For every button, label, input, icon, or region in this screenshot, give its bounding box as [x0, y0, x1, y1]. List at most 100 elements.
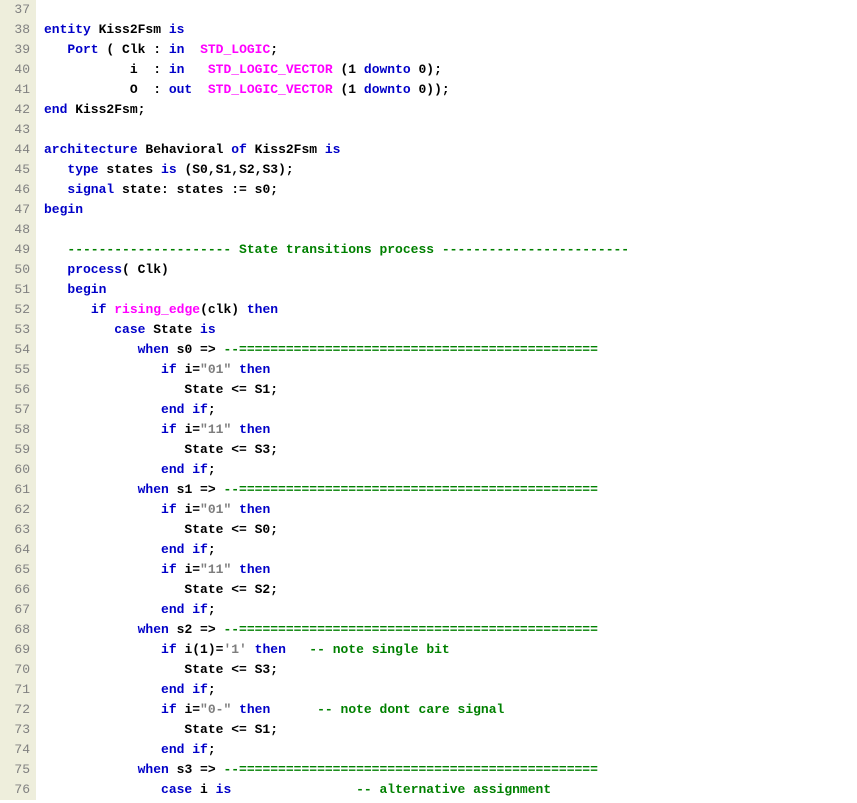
token-txt: i(1)=	[177, 642, 224, 657]
token-txt: s2 =>	[169, 622, 224, 637]
token-cmt: --======================================…	[223, 762, 597, 777]
token-kw: is	[216, 782, 232, 797]
line-number: 60	[4, 460, 30, 480]
token-txt: state: states := s0;	[114, 182, 278, 197]
code-line: end if;	[44, 400, 629, 420]
token-kw: process	[67, 262, 122, 277]
token-txt	[192, 82, 208, 97]
code-line: case i is -- alternative assignment	[44, 780, 629, 800]
token-txt	[231, 782, 356, 797]
token-kw: begin	[44, 202, 83, 217]
code-line: Port ( Clk : in STD_LOGIC;	[44, 40, 629, 60]
line-number-gutter: 3738394041424344454647484950515253545556…	[0, 0, 36, 800]
line-number: 43	[4, 120, 30, 140]
token-txt: Kiss2Fsm	[247, 142, 325, 157]
line-number: 39	[4, 40, 30, 60]
line-number: 67	[4, 600, 30, 620]
line-number: 44	[4, 140, 30, 160]
code-line: if i="11" then	[44, 560, 629, 580]
token-txt	[44, 762, 138, 777]
code-line: end if;	[44, 740, 629, 760]
token-txt: Kiss2Fsm	[91, 22, 169, 37]
token-str: "0-"	[200, 702, 231, 717]
line-number: 50	[4, 260, 30, 280]
line-number: 65	[4, 560, 30, 580]
line-number: 59	[4, 440, 30, 460]
code-area[interactable]: entity Kiss2Fsm is Port ( Clk : in STD_L…	[36, 0, 629, 800]
token-kw: then	[247, 302, 278, 317]
token-txt	[44, 322, 114, 337]
line-number: 69	[4, 640, 30, 660]
code-line: State <= S1;	[44, 720, 629, 740]
token-txt: State <= S1;	[44, 382, 278, 397]
token-kw: Port	[67, 42, 98, 57]
token-kw: end	[161, 602, 184, 617]
code-line: case State is	[44, 320, 629, 340]
token-txt	[44, 42, 67, 57]
code-line: when s3 => --===========================…	[44, 760, 629, 780]
token-txt: i :	[44, 62, 169, 77]
code-line: State <= S2;	[44, 580, 629, 600]
token-txt	[44, 402, 161, 417]
token-kw: then	[239, 562, 270, 577]
token-kw: if	[192, 542, 208, 557]
token-func: rising_edge	[114, 302, 200, 317]
token-txt	[44, 242, 67, 257]
token-kw: if	[161, 422, 177, 437]
token-kw: end	[161, 462, 184, 477]
code-line: State <= S1;	[44, 380, 629, 400]
token-cmt: -- alternative assignment	[356, 782, 551, 797]
token-kw: then	[255, 642, 286, 657]
line-number: 48	[4, 220, 30, 240]
token-txt: (1	[333, 62, 364, 77]
token-txt: 0);	[411, 62, 442, 77]
line-number: 42	[4, 100, 30, 120]
code-line: process( Clk)	[44, 260, 629, 280]
token-kw: downto	[364, 62, 411, 77]
line-number: 70	[4, 660, 30, 680]
token-kw: if	[161, 642, 177, 657]
token-kw: is	[161, 162, 177, 177]
token-str: "11"	[200, 562, 231, 577]
token-txt: s3 =>	[169, 762, 224, 777]
token-kw: if	[91, 302, 107, 317]
token-cmt: --======================================…	[223, 482, 597, 497]
token-kw: when	[138, 342, 169, 357]
token-txt	[44, 602, 161, 617]
token-str: "01"	[200, 502, 231, 517]
line-number: 76	[4, 780, 30, 800]
token-txt: State <= S3;	[44, 442, 278, 457]
code-line: i : in STD_LOGIC_VECTOR (1 downto 0);	[44, 60, 629, 80]
token-kw: type	[67, 162, 98, 177]
code-line: architecture Behavioral of Kiss2Fsm is	[44, 140, 629, 160]
token-txt	[44, 502, 161, 517]
token-kw: signal	[67, 182, 114, 197]
line-number: 63	[4, 520, 30, 540]
code-line: end if;	[44, 460, 629, 480]
token-kw: if	[192, 602, 208, 617]
line-number: 72	[4, 700, 30, 720]
line-number: 74	[4, 740, 30, 760]
token-txt: s1 =>	[169, 482, 224, 497]
code-line: if i="01" then	[44, 360, 629, 380]
code-line: when s1 => --===========================…	[44, 480, 629, 500]
token-kw: end	[161, 542, 184, 557]
token-txt	[44, 742, 161, 757]
code-line: if rising_edge(clk) then	[44, 300, 629, 320]
code-line: end if;	[44, 600, 629, 620]
token-kw: out	[169, 82, 192, 97]
token-txt	[44, 702, 161, 717]
token-kw: in	[169, 62, 185, 77]
code-line: if i="01" then	[44, 500, 629, 520]
token-kw: then	[239, 502, 270, 517]
token-txt	[44, 182, 67, 197]
token-kw: case	[114, 322, 145, 337]
line-number: 46	[4, 180, 30, 200]
token-txt: ;	[270, 42, 278, 57]
token-txt: State <= S2;	[44, 582, 278, 597]
token-kw: if	[161, 362, 177, 377]
token-str: "11"	[200, 422, 231, 437]
token-txt: s0 =>	[169, 342, 224, 357]
code-line: signal state: states := s0;	[44, 180, 629, 200]
token-str: "01"	[200, 362, 231, 377]
